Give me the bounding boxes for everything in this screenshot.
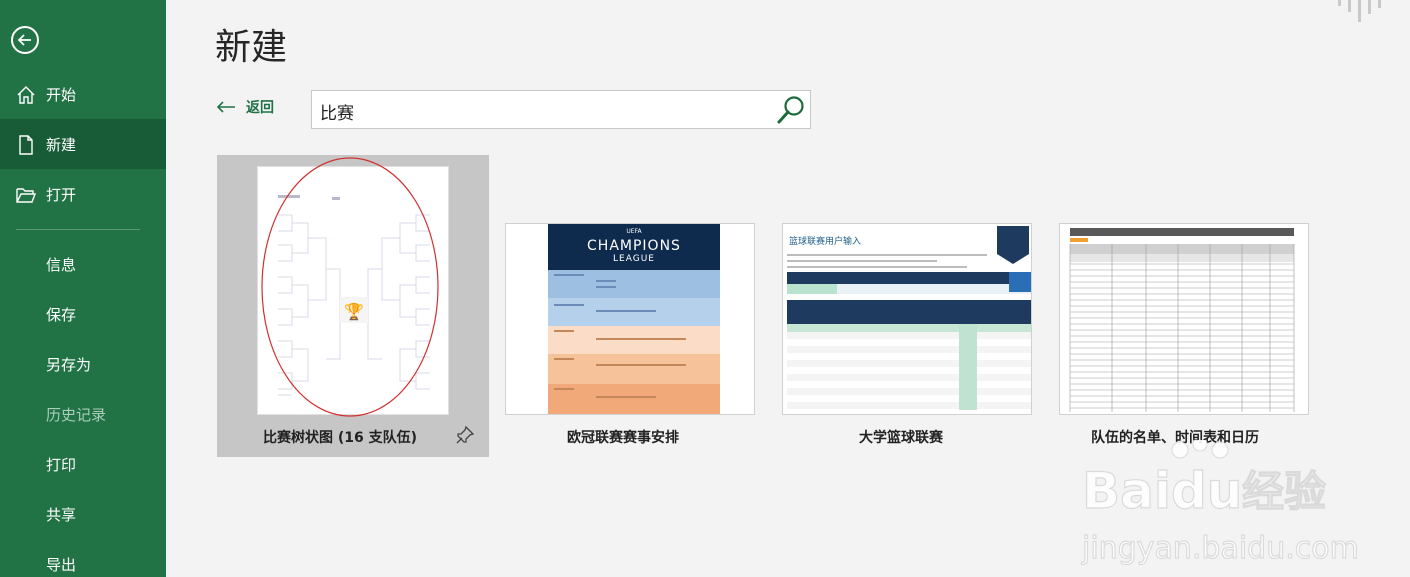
- sidebar-item-share[interactable]: 共享: [0, 489, 166, 539]
- sidebar-item-history[interactable]: 历史记录: [0, 389, 166, 439]
- template-label: 欧冠联赛赛事安排: [567, 430, 679, 446]
- watermark-url: jingyan.baidu.com: [1081, 531, 1359, 566]
- search-box[interactable]: 比赛: [311, 90, 811, 129]
- basketball-preview-graphic: [787, 226, 1031, 410]
- arrow-left-icon: [216, 101, 235, 113]
- annotation-ellipse: [261, 157, 439, 417]
- sidebar-item-label: 信息: [46, 255, 77, 274]
- sidebar-item-info[interactable]: 信息: [0, 239, 166, 289]
- thumb-heading: 篮球联赛用户输入: [789, 237, 862, 247]
- sidebar-item-label: 保存: [46, 305, 77, 324]
- thumb-badge: UEFA: [626, 228, 642, 235]
- sidebar-item-label: 导出: [46, 555, 77, 574]
- backstage-sidebar: 开始 新建 打开 信息 保存 另存为 历史记录 打印 共享 导出: [0, 0, 166, 577]
- sidebar-item-label: 打开: [46, 185, 77, 204]
- sidebar-item-new[interactable]: 新建: [0, 119, 166, 169]
- sidebar-item-label: 历史记录: [46, 405, 107, 424]
- search-icon[interactable]: [776, 94, 806, 126]
- watermark-brand: Baidu: [1082, 462, 1242, 520]
- watermark-product: 经验: [1242, 467, 1326, 516]
- thumb-subtitle: LEAGUE: [613, 254, 655, 264]
- decoration-icon: [1338, 0, 1381, 22]
- sidebar-item-open[interactable]: 打开: [0, 169, 166, 219]
- page-title: 新建: [215, 27, 288, 68]
- sidebar-item-save-as[interactable]: 另存为: [0, 339, 166, 389]
- home-icon: [17, 86, 35, 104]
- sidebar-divider: [16, 229, 140, 230]
- template-thumbnail: UEFA CHAMPIONS LEAGUE: [505, 223, 755, 415]
- template-thumbnail: 篮球联赛用户输入: [782, 223, 1032, 415]
- back-arrow-button[interactable]: [11, 26, 39, 54]
- search-input[interactable]: 比赛: [320, 99, 354, 124]
- thumb-title: CHAMPIONS: [587, 238, 681, 254]
- folder-open-icon: [16, 188, 37, 203]
- sidebar-item-label: 新建: [46, 135, 77, 154]
- sidebar-item-label: 共享: [46, 505, 77, 524]
- back-link-label: 返回: [246, 100, 274, 116]
- template-thumbnail: [1059, 223, 1309, 415]
- arrow-left-icon: [17, 34, 31, 46]
- back-link[interactable]: 返回: [216, 97, 274, 117]
- pin-icon[interactable]: [455, 425, 475, 445]
- sidebar-item-label: 打印: [46, 455, 77, 474]
- sidebar-item-label: 开始: [46, 85, 77, 104]
- sidebar-item-label: 另存为: [46, 355, 92, 374]
- new-document-icon: [19, 135, 33, 155]
- sidebar-item-save[interactable]: 保存: [0, 289, 166, 339]
- app-window: 开始 新建 打开 信息 保存 另存为 历史记录 打印 共享 导出 新建 返回 比…: [0, 0, 1410, 577]
- sidebar-item-home[interactable]: 开始: [0, 69, 166, 119]
- sidebar-item-print[interactable]: 打印: [0, 439, 166, 489]
- watermark-graphic: Baidu 经验 jingyan.baidu.com: [1080, 440, 1359, 567]
- template-label: 比赛树状图 (16 支队伍): [263, 430, 418, 446]
- roster-preview-graphic: [1069, 228, 1295, 412]
- template-label: 大学篮球联赛: [859, 430, 943, 446]
- sidebar-item-export[interactable]: 导出: [0, 539, 166, 577]
